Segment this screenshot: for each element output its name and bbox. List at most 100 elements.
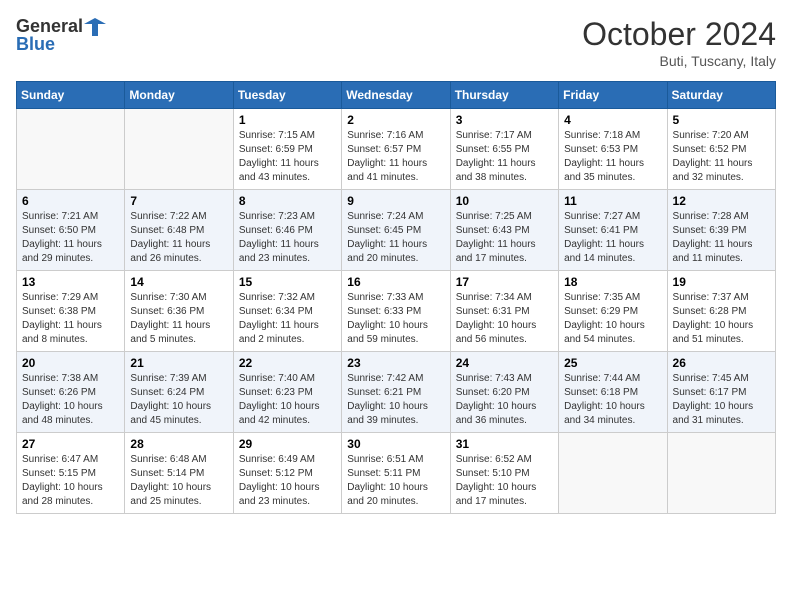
day-info: Sunrise: 7:21 AM Sunset: 6:50 PM Dayligh… [22,210,119,266]
day-info: Sunrise: 7:16 AM Sunset: 6:57 PM Dayligh… [347,129,444,185]
calendar-cell: 27 Sunrise: 6:47 AM Sunset: 5:15 PM Dayli… [17,433,125,514]
month-title: October 2024 [582,16,776,53]
col-header-wednesday: Wednesday [342,82,450,109]
logo-bird-icon [84,16,106,38]
day-info: Sunrise: 6:51 AM Sunset: 5:11 PM Dayligh… [347,453,444,509]
calendar-cell: 17 Sunrise: 7:34 AM Sunset: 6:31 PM Dayli… [450,271,558,352]
col-header-monday: Monday [125,82,233,109]
day-info: Sunrise: 6:49 AM Sunset: 5:12 PM Dayligh… [239,453,336,509]
calendar-cell: 31 Sunrise: 6:52 AM Sunset: 5:10 PM Dayli… [450,433,558,514]
day-info: Sunrise: 7:25 AM Sunset: 6:43 PM Dayligh… [456,210,553,266]
day-number: 27 [22,437,119,451]
day-info: Sunrise: 7:23 AM Sunset: 6:46 PM Dayligh… [239,210,336,266]
week-row-2: 6Sunrise: 7:21 AM Sunset: 6:50 PM Daylig… [17,190,776,271]
day-info: Sunrise: 7:38 AM Sunset: 6:26 PM Dayligh… [22,372,119,428]
calendar-cell: 11 Sunrise: 7:27 AM Sunset: 6:41 PM Dayli… [559,190,667,271]
day-info: Sunrise: 7:24 AM Sunset: 6:45 PM Dayligh… [347,210,444,266]
day-number: 31 [456,437,553,451]
day-number: 10 [456,194,553,208]
logo: General Blue [16,16,107,55]
day-info: Sunrise: 7:34 AM Sunset: 6:31 PM Dayligh… [456,291,553,347]
day-number: 7 [130,194,227,208]
day-number: 18 [564,275,661,289]
day-number: 14 [130,275,227,289]
day-number: 11 [564,194,661,208]
day-info: Sunrise: 7:32 AM Sunset: 6:34 PM Dayligh… [239,291,336,347]
calendar-cell: 22 Sunrise: 7:40 AM Sunset: 6:23 PM Dayli… [233,352,341,433]
col-header-sunday: Sunday [17,82,125,109]
day-info: Sunrise: 7:44 AM Sunset: 6:18 PM Dayligh… [564,372,661,428]
calendar-cell: 12 Sunrise: 7:28 AM Sunset: 6:39 PM Dayli… [667,190,775,271]
calendar-cell: 8Sunrise: 7:23 AM Sunset: 6:46 PM Daylig… [233,190,341,271]
week-row-4: 20 Sunrise: 7:38 AM Sunset: 6:26 PM Dayli… [17,352,776,433]
day-number: 22 [239,356,336,370]
calendar-cell: 16 Sunrise: 7:33 AM Sunset: 6:33 PM Dayli… [342,271,450,352]
day-info: Sunrise: 7:28 AM Sunset: 6:39 PM Dayligh… [673,210,770,266]
calendar-cell: 6Sunrise: 7:21 AM Sunset: 6:50 PM Daylig… [17,190,125,271]
day-number: 12 [673,194,770,208]
location-subtitle: Buti, Tuscany, Italy [582,53,776,69]
day-number: 16 [347,275,444,289]
day-info: Sunrise: 7:39 AM Sunset: 6:24 PM Dayligh… [130,372,227,428]
calendar-cell: 25 Sunrise: 7:44 AM Sunset: 6:18 PM Dayli… [559,352,667,433]
calendar-cell: 13Sunrise: 7:29 AM Sunset: 6:38 PM Dayli… [17,271,125,352]
day-info: Sunrise: 7:35 AM Sunset: 6:29 PM Dayligh… [564,291,661,347]
calendar-cell: 28Sunrise: 6:48 AM Sunset: 5:14 PM Dayli… [125,433,233,514]
day-number: 30 [347,437,444,451]
day-info: Sunrise: 7:17 AM Sunset: 6:55 PM Dayligh… [456,129,553,185]
calendar-cell: 19Sunrise: 7:37 AM Sunset: 6:28 PM Dayli… [667,271,775,352]
day-info: Sunrise: 7:15 AM Sunset: 6:59 PM Dayligh… [239,129,336,185]
day-info: Sunrise: 7:42 AM Sunset: 6:21 PM Dayligh… [347,372,444,428]
calendar-cell: 18 Sunrise: 7:35 AM Sunset: 6:29 PM Dayli… [559,271,667,352]
day-info: Sunrise: 7:45 AM Sunset: 6:17 PM Dayligh… [673,372,770,428]
calendar-cell: 2 Sunrise: 7:16 AM Sunset: 6:57 PM Daylig… [342,109,450,190]
day-number: 23 [347,356,444,370]
day-info: Sunrise: 7:20 AM Sunset: 6:52 PM Dayligh… [673,129,770,185]
day-info: Sunrise: 7:30 AM Sunset: 6:36 PM Dayligh… [130,291,227,347]
calendar-cell: 5 Sunrise: 7:20 AM Sunset: 6:52 PM Daylig… [667,109,775,190]
day-number: 4 [564,113,661,127]
calendar-cell [125,109,233,190]
title-block: October 2024 Buti, Tuscany, Italy [582,16,776,69]
day-info: Sunrise: 6:52 AM Sunset: 5:10 PM Dayligh… [456,453,553,509]
calendar-cell: 15 Sunrise: 7:32 AM Sunset: 6:34 PM Dayli… [233,271,341,352]
day-number: 20 [22,356,119,370]
calendar-cell [559,433,667,514]
day-info: Sunrise: 7:43 AM Sunset: 6:20 PM Dayligh… [456,372,553,428]
calendar-cell: 7Sunrise: 7:22 AM Sunset: 6:48 PM Daylig… [125,190,233,271]
col-header-friday: Friday [559,82,667,109]
calendar-cell: 24Sunrise: 7:43 AM Sunset: 6:20 PM Dayli… [450,352,558,433]
calendar-cell: 1 Sunrise: 7:15 AM Sunset: 6:59 PM Daylig… [233,109,341,190]
calendar-cell: 29Sunrise: 6:49 AM Sunset: 5:12 PM Dayli… [233,433,341,514]
week-row-5: 27 Sunrise: 6:47 AM Sunset: 5:15 PM Dayli… [17,433,776,514]
day-info: Sunrise: 7:40 AM Sunset: 6:23 PM Dayligh… [239,372,336,428]
calendar-cell: 21 Sunrise: 7:39 AM Sunset: 6:24 PM Dayli… [125,352,233,433]
day-number: 25 [564,356,661,370]
day-info: Sunrise: 7:27 AM Sunset: 6:41 PM Dayligh… [564,210,661,266]
day-number: 2 [347,113,444,127]
day-number: 15 [239,275,336,289]
col-header-thursday: Thursday [450,82,558,109]
day-number: 17 [456,275,553,289]
calendar-cell: 20 Sunrise: 7:38 AM Sunset: 6:26 PM Dayli… [17,352,125,433]
col-header-tuesday: Tuesday [233,82,341,109]
calendar-cell: 14 Sunrise: 7:30 AM Sunset: 6:36 PM Dayli… [125,271,233,352]
calendar-cell: 3Sunrise: 7:17 AM Sunset: 6:55 PM Daylig… [450,109,558,190]
calendar-cell [17,109,125,190]
header-row: SundayMondayTuesdayWednesdayThursdayFrid… [17,82,776,109]
logo-general: General [16,16,83,36]
day-number: 21 [130,356,227,370]
day-number: 1 [239,113,336,127]
week-row-1: 1 Sunrise: 7:15 AM Sunset: 6:59 PM Daylig… [17,109,776,190]
calendar-table: SundayMondayTuesdayWednesdayThursdayFrid… [16,81,776,514]
calendar-cell: 26 Sunrise: 7:45 AM Sunset: 6:17 PM Dayli… [667,352,775,433]
day-number: 5 [673,113,770,127]
day-number: 26 [673,356,770,370]
week-row-3: 13Sunrise: 7:29 AM Sunset: 6:38 PM Dayli… [17,271,776,352]
calendar-cell [667,433,775,514]
day-info: Sunrise: 6:47 AM Sunset: 5:15 PM Dayligh… [22,453,119,509]
day-number: 13 [22,275,119,289]
day-info: Sunrise: 7:33 AM Sunset: 6:33 PM Dayligh… [347,291,444,347]
calendar-cell: 9Sunrise: 7:24 AM Sunset: 6:45 PM Daylig… [342,190,450,271]
calendar-cell: 23 Sunrise: 7:42 AM Sunset: 6:21 PM Dayli… [342,352,450,433]
